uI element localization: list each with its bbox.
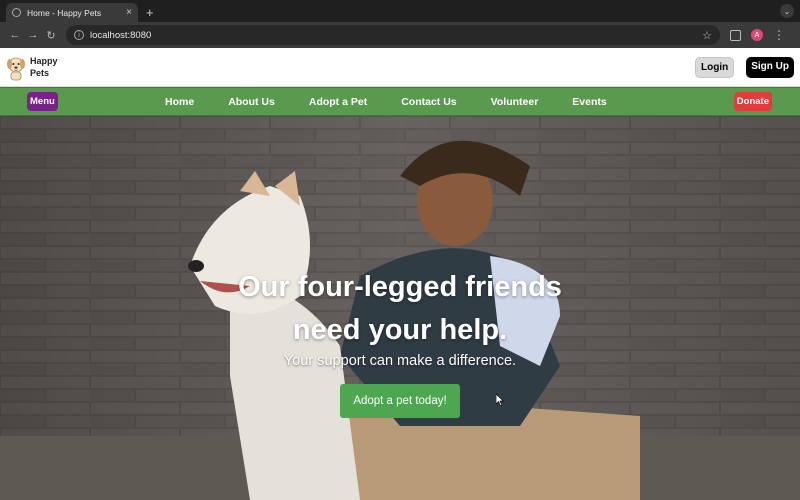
hero-subtitle: Your support can make a difference. [283, 353, 517, 369]
hero-title-line-1: Our four-legged friends [238, 271, 562, 303]
browser-tab[interactable]: Home - Happy Pets × [6, 3, 138, 22]
forward-icon[interactable]: → [24, 29, 42, 41]
hero-title-line-2: need your help. [292, 314, 508, 346]
browser-tab-bar: Home - Happy Pets × + ⌄ [0, 0, 800, 22]
url-text[interactable]: localhost:8080 [90, 30, 702, 41]
nav-link-about-us[interactable]: About Us [228, 96, 275, 108]
main-nav: Menu Home About Us Adopt a Pet Contact U… [0, 87, 800, 116]
hero-title: Our four-legged friends need your help. [0, 266, 800, 352]
nav-link-home[interactable]: Home [165, 96, 194, 108]
info-icon[interactable]: i [74, 30, 84, 40]
extensions-icon[interactable] [730, 29, 741, 41]
nav-link-events[interactable]: Events [572, 96, 606, 108]
mouse-cursor-icon [496, 394, 504, 406]
adopt-cta-button[interactable]: Adopt a pet today! [340, 384, 460, 418]
dog-logo-icon[interactable] [5, 53, 27, 81]
back-icon[interactable]: ← [6, 29, 24, 41]
nav-link-contact-us[interactable]: Contact Us [401, 96, 456, 108]
star-icon[interactable]: ☆ [702, 29, 712, 42]
new-tab-button[interactable]: + [146, 5, 154, 20]
tab-title: Home - Happy Pets [27, 7, 102, 18]
profile-icon[interactable]: A [751, 29, 763, 41]
tab-close-icon[interactable]: × [126, 7, 132, 18]
brand-line-1: Happy [30, 56, 58, 66]
hero-section: Our four-legged friends need your help. … [0, 116, 800, 500]
menu-button[interactable]: Menu [27, 92, 58, 111]
chevron-down-icon[interactable]: ⌄ [780, 4, 794, 18]
tab-favicon [12, 8, 21, 17]
login-button[interactable]: Login [695, 57, 735, 78]
address-bar[interactable]: i localhost:8080 ☆ [66, 25, 720, 45]
browser-toolbar: ← → ↻ i localhost:8080 ☆ A ⋮ [0, 22, 800, 48]
donate-button[interactable]: Donate [733, 92, 772, 111]
brand-line-2: Pets [30, 68, 50, 78]
site-header: Happy Pets Login Sign Up [0, 48, 800, 87]
brand-name[interactable]: Happy Pets [30, 55, 58, 79]
kebab-menu-icon[interactable]: ⋮ [773, 28, 785, 42]
signup-button[interactable]: Sign Up [746, 57, 794, 78]
nav-link-volunteer[interactable]: Volunteer [491, 96, 539, 108]
nav-link-adopt-a-pet[interactable]: Adopt a Pet [309, 96, 367, 108]
reload-icon[interactable]: ↻ [42, 29, 60, 42]
